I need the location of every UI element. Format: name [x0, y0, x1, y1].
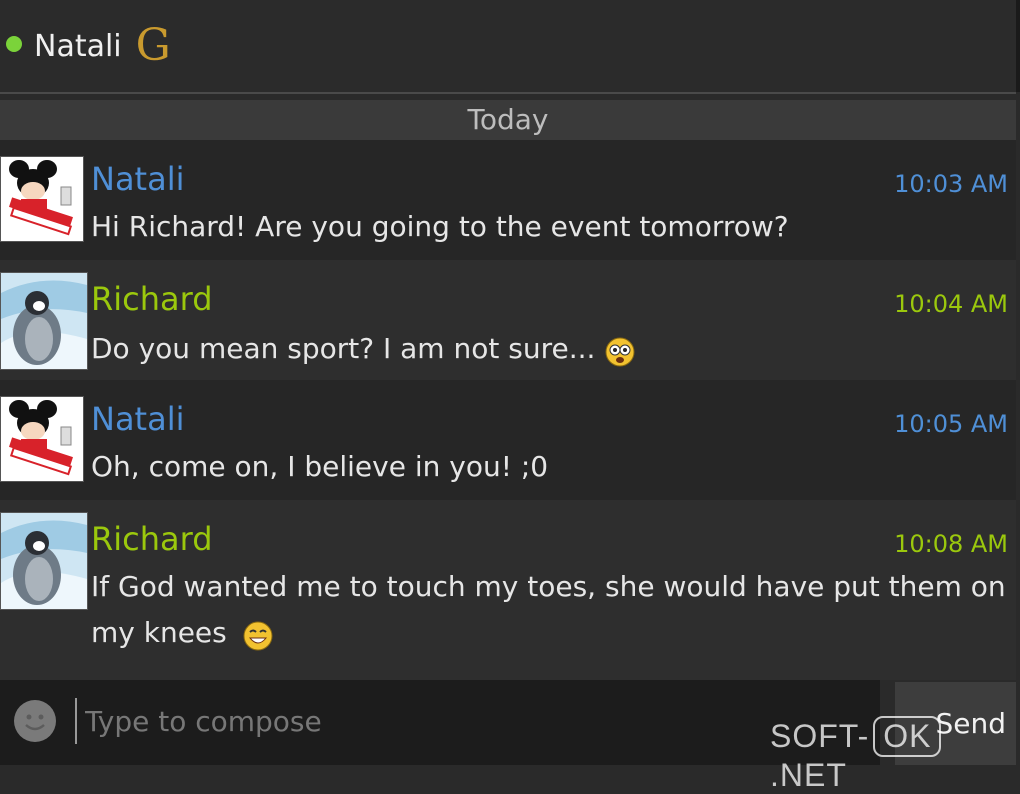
compose-bar [0, 680, 880, 765]
sender-name: Natali [91, 160, 185, 198]
g-icon: G [135, 19, 171, 71]
message-text: Do you mean sport? I am not sure... [91, 326, 1011, 372]
pucca-avatar[interactable] [0, 396, 84, 482]
message-text: If God wanted me to touch my toes, she w… [91, 570, 1006, 603]
message-item[interactable]: Richard 10:04 AM Do you mean sport? I am… [0, 260, 1016, 380]
day-divider: Today [0, 100, 1016, 140]
message-item[interactable]: Natali 10:05 AM Oh, come on, I believe i… [0, 380, 1016, 500]
watermark-boxed: OK [873, 716, 942, 757]
message-text-continued: my knees [91, 610, 1011, 656]
online-status-icon [6, 36, 22, 52]
message-item[interactable]: Richard 10:08 AM If God wanted me to tou… [0, 500, 1016, 680]
chat-header: Natali G [0, 0, 1020, 92]
penguin-avatar[interactable] [0, 512, 88, 610]
message-text-content: my knees [91, 616, 227, 649]
watermark-left: SOFT- [770, 718, 870, 754]
sender-name: Richard [91, 520, 213, 558]
watermark: SOFT- OK .NET [770, 716, 1020, 794]
header-divider [0, 92, 1016, 94]
compose-input[interactable] [75, 698, 865, 744]
message-time: 10:08 AM [894, 530, 1008, 558]
message-text: Hi Richard! Are you going to the event t… [91, 210, 789, 243]
message-time: 10:03 AM [894, 170, 1008, 198]
message-time: 10:05 AM [894, 410, 1008, 438]
sender-name: Natali [91, 400, 185, 438]
sender-name: Richard [91, 280, 213, 318]
confused-emoji-icon [605, 335, 635, 367]
message-time: 10:04 AM [894, 290, 1008, 318]
message-list[interactable]: Natali 10:03 AM Hi Richard! Are you goin… [0, 140, 1016, 680]
message-item[interactable]: Natali 10:03 AM Hi Richard! Are you goin… [0, 140, 1016, 260]
penguin-avatar[interactable] [0, 272, 88, 370]
contact-name[interactable]: Natali [34, 29, 122, 64]
pucca-avatar[interactable] [0, 156, 84, 242]
message-text: Oh, come on, I believe in you! ;0 [91, 450, 549, 483]
message-text-content: Do you mean sport? I am not sure... [91, 332, 596, 365]
laughing-emoji-icon [243, 619, 273, 651]
watermark-right: .NET [770, 757, 847, 793]
smiley-icon[interactable] [14, 700, 56, 742]
